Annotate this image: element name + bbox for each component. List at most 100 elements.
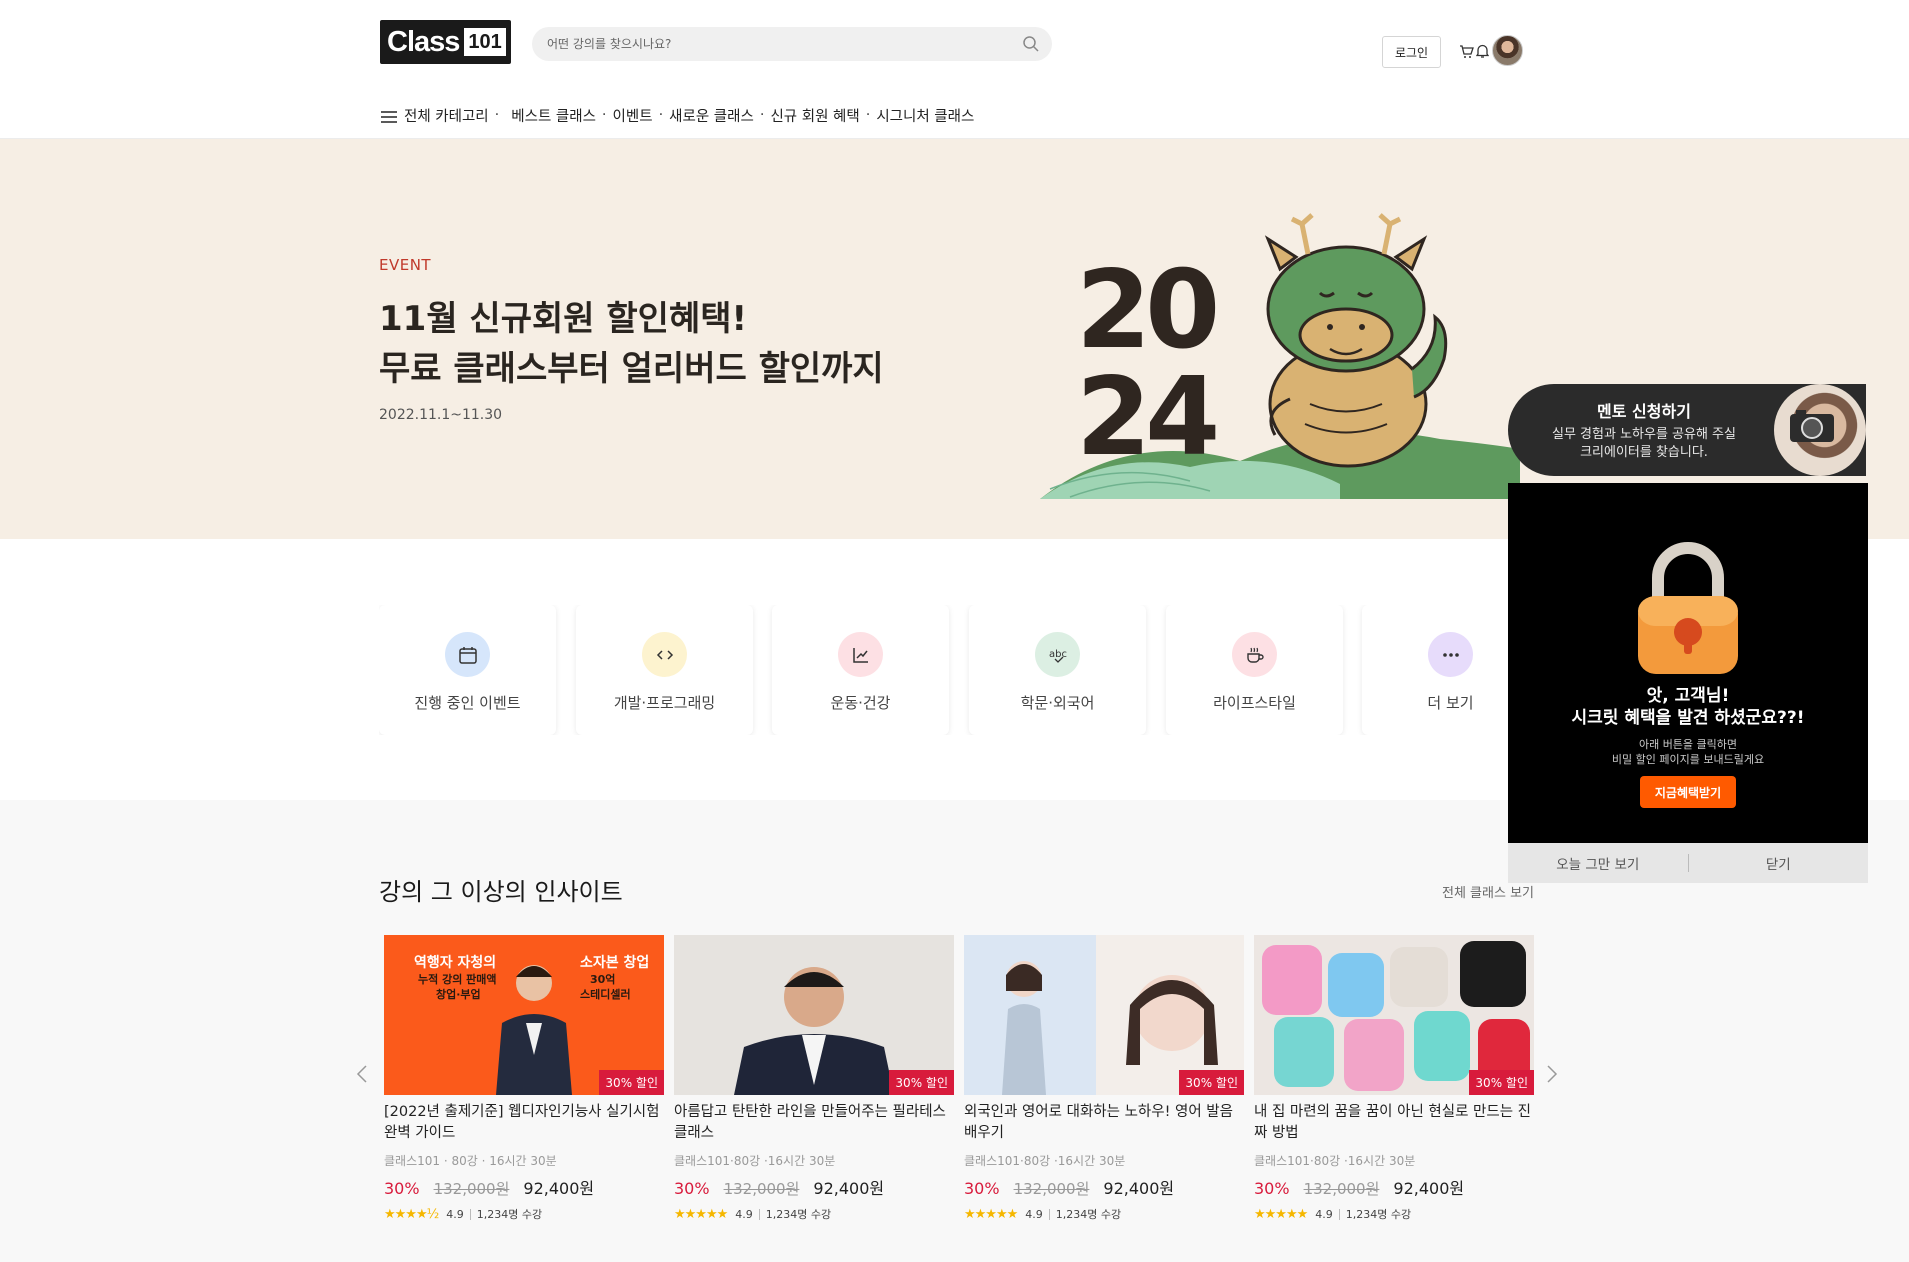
class-thumbnail: 30% 할인: [964, 935, 1244, 1095]
final-price: 92,400원: [1103, 1179, 1175, 1198]
camera-photo-art: [1790, 410, 1834, 442]
class-card[interactable]: 30% 할인 내 집 마련의 꿈을 꿈이 아닌 현실로 만드는 진짜 방법 클래…: [1254, 935, 1534, 1222]
original-price: 132,000원: [433, 1180, 510, 1198]
student-count: 1,234명 수강: [765, 1208, 832, 1221]
star-rating-icon: ★★★★★: [674, 1206, 728, 1222]
hero-tag: EVENT: [379, 256, 432, 274]
chevron-left-icon[interactable]: [355, 1063, 369, 1085]
close-popup-button[interactable]: 닫기: [1689, 853, 1869, 873]
star-rating-icon: ★★★★½: [384, 1206, 439, 1222]
rating-value: 4.9: [1315, 1207, 1333, 1221]
dismiss-today-button[interactable]: 오늘 그만 보기: [1508, 853, 1688, 873]
hero-date: 2022.11.1~11.30: [379, 407, 503, 423]
thumb-text: 스테디셀러: [580, 987, 631, 1001]
code-icon: [656, 649, 673, 660]
mentor-desc: 실무 경험과 노하우를 공유해 주실 크리에이터를 찾습니다.: [1508, 426, 1780, 462]
discount-percent: 30%: [1254, 1179, 1290, 1198]
rating-value: 4.9: [1025, 1207, 1043, 1221]
get-benefit-button[interactable]: 지금혜택받기: [1640, 776, 1736, 808]
final-price: 92,400원: [1393, 1179, 1465, 1198]
category-nav: 전체 카테고리 · 베스트 클래스 · 이벤트 · 새로운 클래스 · 신규 회…: [380, 103, 974, 127]
nav-all-categories[interactable]: 전체 카테고리: [404, 105, 489, 126]
nav-separator: ·: [601, 107, 607, 123]
divider: [1338, 1208, 1340, 1220]
view-all-link[interactable]: 전체 클래스 보기: [1442, 882, 1534, 901]
cart-icon[interactable]: [1459, 44, 1474, 59]
class-card[interactable]: 30% 할인 아름답고 탄탄한 라인을 만들어주는 필라테스 클래스 클래스10…: [674, 935, 954, 1222]
category-card-language[interactable]: abc 학문·외국어: [969, 605, 1146, 735]
category-label: 더 보기: [1427, 694, 1474, 712]
price-row: 30% 132,000원 92,400원: [964, 1175, 1244, 1199]
logo-text: Class: [387, 25, 460, 58]
nav-item-signature[interactable]: 시그니처 클래스: [876, 105, 974, 126]
category-icon-bg: [838, 632, 883, 677]
class-meta: 클래스101·80강 ·16시간 30분: [964, 1154, 1126, 1168]
discount-percent: 30%: [384, 1179, 420, 1198]
divider: [469, 1208, 471, 1220]
search-bar: [532, 27, 1052, 61]
popup-footer: 오늘 그만 보기 닫기: [1508, 843, 1868, 883]
divider: [758, 1208, 760, 1220]
category-card-lifestyle[interactable]: 라이프스타일: [1166, 605, 1343, 735]
class-meta: 클래스101·80강 ·16시간 30분: [674, 1154, 836, 1168]
nav-separator: ·: [494, 107, 500, 123]
hero-banner[interactable]: EVENT 11월 신규회원 할인혜택! 무료 클래스부터 얼리버드 할인까지 …: [0, 139, 1909, 539]
price-row: 30% 132,000원 92,400원: [384, 1175, 664, 1199]
price-row: 30% 132,000원 92,400원: [674, 1175, 954, 1199]
search-input[interactable]: [532, 27, 992, 61]
bell-icon[interactable]: [1476, 43, 1489, 58]
search-icon[interactable]: [1022, 35, 1040, 53]
class-title[interactable]: 내 집 마련의 꿈을 꿈이 아닌 현실로 만드는 진짜 방법: [1254, 1102, 1534, 1144]
category-icon-bg: [445, 632, 490, 677]
secret-title: 앗, 고객님! 시크릿 혜택을 발견 하셨군요??!: [1508, 685, 1868, 729]
svg-text:abc: abc: [1049, 649, 1067, 660]
secret-benefit-popup: 앗, 고객님! 시크릿 혜택을 발견 하셨군요??! 아래 버튼을 클릭하면 비…: [1508, 483, 1868, 883]
category-icon-bg: [1428, 632, 1473, 677]
nav-item-best[interactable]: 베스트 클래스: [511, 105, 596, 126]
class101-logo[interactable]: Class 101: [380, 20, 511, 64]
coffee-icon: [1246, 647, 1264, 663]
lock-icon: [1638, 542, 1738, 674]
mentor-desc-line1: 실무 경험과 노하우를 공유해 주실: [1552, 427, 1736, 442]
category-label: 개발·프로그래밍: [613, 694, 716, 712]
rating-row: ★★★★½ 4.9 1,234명 수강: [384, 1206, 664, 1222]
login-button[interactable]: 로그인: [1382, 36, 1441, 68]
star-rating-icon: ★★★★★: [1254, 1206, 1308, 1222]
nav-item-member-benefit[interactable]: 신규 회원 혜택: [770, 105, 859, 126]
class-card[interactable]: 30% 할인 외국인과 영어로 대화하는 노하우! 영어 발음 배우기 클래스1…: [964, 935, 1244, 1222]
divider: [1048, 1208, 1050, 1220]
class-title[interactable]: 아름답고 탄탄한 라인을 만들어주는 필라테스 클래스: [674, 1102, 954, 1144]
discount-percent: 30%: [964, 1179, 1000, 1198]
category-card-dev[interactable]: 개발·프로그래밍: [576, 605, 753, 735]
category-card-events[interactable]: 진행 중인 이벤트: [379, 605, 556, 735]
discount-badge: 30% 할인: [599, 1070, 664, 1095]
price-row: 30% 132,000원 92,400원: [1254, 1175, 1534, 1199]
category-icon-bg: [1232, 632, 1277, 677]
secret-desc: 아래 버튼을 클릭하면 비밀 할인 페이지를 보내드릴게요: [1508, 737, 1868, 767]
nav-separator: ·: [759, 107, 765, 123]
mentor-title: 멘토 신청하기: [1597, 402, 1691, 421]
thumb-text: 30억: [590, 973, 615, 986]
class-card[interactable]: 역행자 자청의 누적 강의 판매액 창업·부업 소자본 창업 30억 스테디셀러…: [384, 935, 664, 1222]
category-card-more[interactable]: 더 보기: [1362, 605, 1529, 735]
original-price: 132,000원: [1303, 1180, 1380, 1198]
nav-item-new[interactable]: 새로운 클래스: [669, 105, 754, 126]
final-price: 92,400원: [523, 1179, 595, 1198]
menu-icon[interactable]: [380, 109, 398, 125]
category-card-fitness[interactable]: 운동·건강: [772, 605, 949, 735]
avatar[interactable]: [1492, 35, 1523, 66]
chevron-right-icon[interactable]: [1545, 1063, 1559, 1085]
abc-icon: abc: [1049, 649, 1067, 663]
class-title[interactable]: [2022년 출제기준] 웹디자인기능사 실기시험 완벽 가이드: [384, 1102, 664, 1144]
logo-number: 101: [464, 28, 506, 56]
thumb-text: 창업·부업: [436, 987, 481, 1001]
mentor-apply-banner[interactable]: 멘토 신청하기 실무 경험과 노하우를 공유해 주실 크리에이터를 찾습니다.: [1508, 384, 1866, 476]
dragon-2024-illustration: 20 24: [1040, 213, 1520, 499]
hero-title-line2: 무료 클래스부터 얼리버드 할인까지: [379, 349, 884, 389]
student-count: 1,234명 수강: [1345, 1208, 1412, 1221]
class-title[interactable]: 외국인과 영어로 대화하는 노하우! 영어 발음 배우기: [964, 1102, 1244, 1144]
class-thumbnail: 30% 할인: [1254, 935, 1534, 1095]
nav-item-event[interactable]: 이벤트: [613, 105, 653, 126]
rating-row: ★★★★★ 4.9 1,234명 수강: [1254, 1206, 1534, 1222]
section-title: 강의 그 이상의 인사이트: [379, 878, 623, 906]
